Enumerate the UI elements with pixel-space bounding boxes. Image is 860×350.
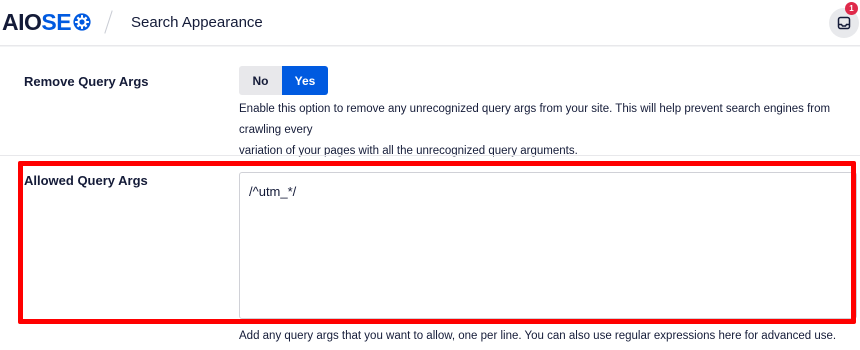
remove-query-args-description: Enable this option to remove any unrecog… — [239, 103, 831, 157]
toggle-no-button[interactable]: No — [239, 66, 282, 95]
top-bar: AIO SE Search Appearance 1 — [0, 0, 860, 46]
page-title: Search Appearance — [131, 14, 263, 31]
notification-badge: 1 — [845, 2, 858, 15]
breadcrumb-divider — [104, 10, 113, 34]
aioseo-logo[interactable]: AIO SE — [2, 9, 92, 35]
row-divider — [0, 155, 860, 156]
settings-panel: Remove Query Args No Yes Enable this opt… — [0, 47, 860, 350]
remove-query-args-toggle[interactable]: No Yes — [239, 66, 328, 95]
toggle-yes-button[interactable]: Yes — [282, 66, 328, 95]
logo-text-seo: SE — [41, 9, 92, 36]
remove-query-args-label: Remove Query Args — [24, 74, 149, 89]
inbox-icon — [837, 16, 851, 30]
allowed-query-args-description: Add any query args that you want to allo… — [239, 330, 837, 342]
gear-logo-icon — [73, 13, 91, 31]
allowed-query-args-textarea[interactable]: /^utm_*/ — [239, 172, 857, 319]
logo-text-aio: AIO — [2, 8, 42, 35]
allowed-query-args-label: Allowed Query Args — [24, 173, 148, 188]
